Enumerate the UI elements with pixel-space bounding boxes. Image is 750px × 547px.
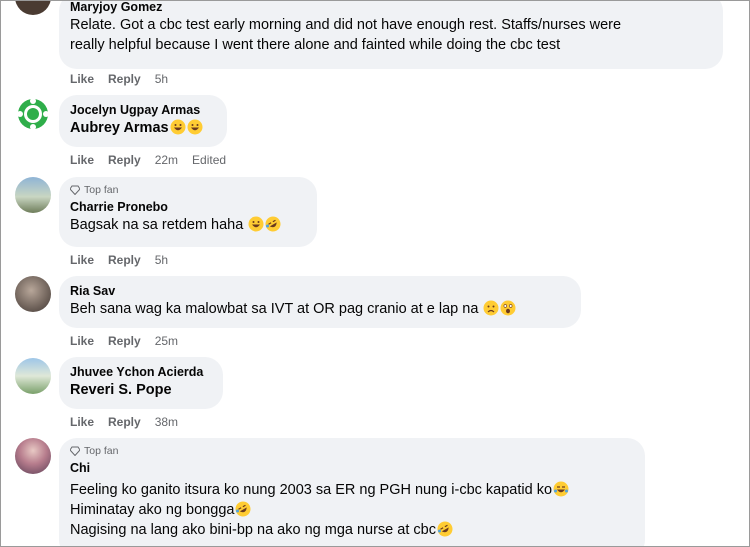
- comment-bubble: Jhuvee Ychon Acierda Reveri S. Pope: [59, 357, 223, 409]
- rofl-face-icon: [553, 481, 569, 497]
- reply-button[interactable]: Reply: [108, 415, 141, 429]
- diamond-icon: [70, 446, 80, 456]
- comment-actions: Like Reply 5h: [70, 72, 168, 86]
- rofl-face-icon: [437, 521, 453, 537]
- comment-actions: Like Reply 25m: [70, 334, 178, 348]
- comment-actions: Like Reply 5h: [70, 253, 168, 267]
- comment-bubble: Top fan Chi Feeling ko ganito itsura ko …: [59, 438, 645, 546]
- badge-label: Top fan: [84, 184, 119, 196]
- comment-bubble: Top fan Charrie Pronebo Bagsak na sa ret…: [59, 177, 317, 247]
- astonished-face-icon: [500, 300, 516, 316]
- comment-text-content: Nagising na lang ako bini-bp na ako ng m…: [70, 522, 436, 538]
- comment-text-content: Bagsak na sa retdem haha: [70, 217, 244, 233]
- comment-author[interactable]: Ria Sav: [70, 283, 569, 299]
- reply-button[interactable]: Reply: [108, 153, 141, 167]
- comment-timestamp[interactable]: 38m: [155, 415, 178, 429]
- comment-text: Reveri S. Pope: [70, 380, 211, 400]
- comment-text-line: really helpful because I went there alon…: [70, 37, 561, 53]
- edited-label: Edited: [192, 153, 227, 167]
- top-fan-badge: Top fan: [70, 444, 633, 458]
- grinning-face-icon: [187, 119, 203, 135]
- comment-author[interactable]: Jhuvee Ychon Acierda: [70, 364, 211, 380]
- comment-text-line: Feeling ko ganito itsura ko nung 2003 sa…: [70, 480, 633, 500]
- comment-actions: Like Reply 22m Edited: [70, 153, 226, 167]
- avatar[interactable]: [15, 438, 51, 474]
- like-button[interactable]: Like: [70, 72, 94, 86]
- comments-panel: Maryjoy Gomez Relate. Got a cbc test ear…: [0, 0, 750, 547]
- comment-text: Aubrey Armas: [70, 118, 215, 138]
- comment-author[interactable]: Maryjoy Gomez: [70, 1, 711, 15]
- comment-text-content: Himinatay ako ng bongga: [70, 502, 235, 518]
- comment-timestamp[interactable]: 5h: [155, 253, 168, 267]
- reply-button[interactable]: Reply: [108, 334, 141, 348]
- like-button[interactable]: Like: [70, 334, 94, 348]
- comment-bubble: Maryjoy Gomez Relate. Got a cbc test ear…: [59, 1, 723, 69]
- avatar-image: [15, 96, 51, 132]
- comment-text: Beh sana wag ka malowbat sa IVT at OR pa…: [70, 299, 569, 319]
- like-button[interactable]: Like: [70, 153, 94, 167]
- comment-bubble: Jocelyn Ugpay Armas Aubrey Armas: [59, 95, 227, 147]
- avatar[interactable]: [15, 276, 51, 312]
- comment-text-line: Himinatay ako ng bongga: [70, 500, 633, 520]
- reply-button[interactable]: Reply: [108, 253, 141, 267]
- grinning-face-icon: [170, 119, 186, 135]
- badge-label: Top fan: [84, 445, 119, 457]
- like-button[interactable]: Like: [70, 253, 94, 267]
- comment-timestamp[interactable]: 5h: [155, 72, 168, 86]
- diamond-icon: [70, 185, 80, 195]
- avatar[interactable]: [15, 358, 51, 394]
- rofl-face-icon: [265, 216, 281, 232]
- worried-face-icon: [483, 300, 499, 316]
- avatar[interactable]: [15, 96, 51, 132]
- comment-text-content: Feeling ko ganito itsura ko nung 2003 sa…: [70, 482, 553, 498]
- rofl-face-icon: [235, 501, 251, 517]
- comment-text-line: Nagising na lang ako bini-bp na ako ng m…: [70, 520, 633, 540]
- comment-text-line: Relate. Got a cbc test early morning and…: [70, 17, 622, 33]
- comment-bubble: Ria Sav Beh sana wag ka malowbat sa IVT …: [59, 276, 581, 328]
- comment-author[interactable]: Charrie Pronebo: [70, 199, 305, 215]
- avatar[interactable]: [15, 1, 51, 15]
- like-button[interactable]: Like: [70, 415, 94, 429]
- comment-text-content: Beh sana wag ka malowbat sa IVT at OR pa…: [70, 301, 479, 317]
- mention-link[interactable]: Aubrey Armas: [70, 120, 169, 136]
- reply-button[interactable]: Reply: [108, 72, 141, 86]
- comment-text: Bagsak na sa retdem haha: [70, 215, 305, 235]
- comment-actions: Like Reply 38m: [70, 415, 178, 429]
- comment-author[interactable]: Chi: [70, 460, 633, 476]
- comment-timestamp[interactable]: 25m: [155, 334, 178, 348]
- mention-link[interactable]: Reveri S. Pope: [70, 382, 172, 398]
- grinning-face-icon: [248, 216, 264, 232]
- comment-timestamp[interactable]: 22m: [155, 153, 178, 167]
- top-fan-badge: Top fan: [70, 183, 305, 197]
- comment-author[interactable]: Jocelyn Ugpay Armas: [70, 102, 215, 118]
- avatar[interactable]: [15, 177, 51, 213]
